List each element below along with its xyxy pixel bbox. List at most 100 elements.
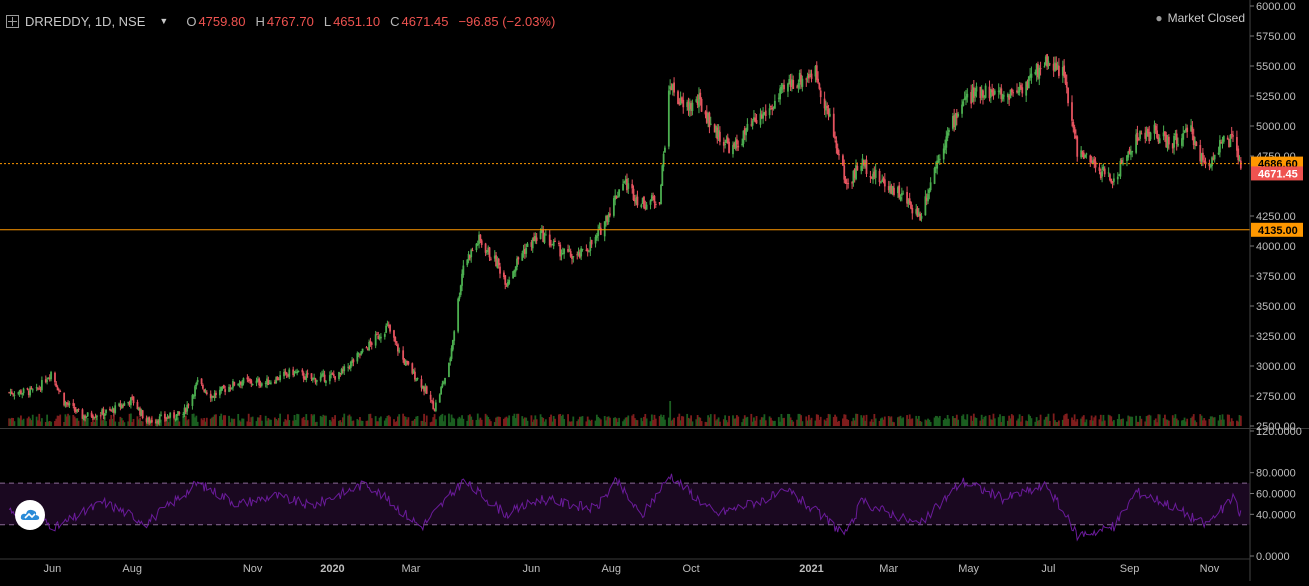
candle-body (860, 165, 863, 171)
chart-root[interactable]: 6000.005750.005500.005250.005000.004750.… (0, 0, 1309, 581)
candle-body (479, 234, 482, 241)
volume-bar (764, 420, 767, 426)
volume-bar (187, 419, 190, 426)
candle-body (751, 121, 754, 126)
price-tick-label: 3750.00 (1256, 271, 1296, 283)
candle-body (393, 330, 395, 338)
volume-bar (1030, 418, 1033, 426)
time-tick-label: Jun (523, 563, 541, 575)
candle-body (438, 394, 441, 403)
candle-body (1067, 87, 1069, 104)
price-labels: 4686.604135.004671.45 (1251, 156, 1303, 237)
candle-body (1167, 136, 1170, 145)
candle-body (148, 417, 151, 423)
volume-bar (1103, 420, 1106, 426)
candle-body (612, 198, 615, 216)
volume-bar (554, 418, 556, 426)
cloud-logo-icon[interactable] (15, 500, 45, 530)
candle-body (1116, 176, 1119, 180)
candle-body (728, 141, 730, 153)
price-chart[interactable]: 6000.005750.005500.005250.005000.004750.… (0, 0, 1309, 581)
candle-body (458, 295, 461, 299)
volume-bar (544, 419, 547, 426)
volume-bar (178, 421, 181, 426)
rsi-tick-label: 0.0000 (1256, 551, 1290, 563)
volume-bar (902, 417, 905, 426)
candle-body (737, 145, 740, 148)
candle-body (386, 323, 389, 325)
change-value: −96.85 (−2.03%) (458, 13, 556, 29)
candle-body (835, 140, 838, 149)
candle-body (815, 65, 818, 80)
volume-bar (1122, 418, 1124, 426)
candle-body (86, 412, 89, 417)
caret-down-icon[interactable]: ▼ (159, 16, 168, 26)
candle-body (1158, 138, 1161, 144)
volume-bar (370, 418, 373, 426)
candle-body (1175, 133, 1178, 144)
candle-body (1218, 140, 1221, 153)
candle-body (195, 382, 198, 387)
candle-body (736, 139, 738, 145)
candle-body (768, 108, 771, 116)
candle-body (429, 394, 432, 400)
volume-bar (1177, 420, 1179, 426)
symbol-label[interactable]: DRREDDY, 1D, NSE (25, 14, 145, 29)
volume-bar (434, 419, 437, 426)
hline-price-label: 4135.00 (1258, 225, 1298, 237)
volume-bar (1048, 420, 1051, 426)
price-tick-label: 5750.00 (1256, 31, 1296, 43)
price-tick-label: 5500.00 (1256, 61, 1296, 73)
candle-body (321, 374, 323, 377)
candle-body (966, 93, 969, 98)
volume-bar (379, 416, 382, 426)
candle-body (54, 372, 56, 383)
candle-body (1043, 66, 1046, 68)
volume-bar (645, 418, 648, 426)
volume-bar (654, 418, 657, 426)
candle-body (770, 105, 772, 108)
volume-bar (444, 415, 446, 426)
candle-body (1195, 142, 1198, 147)
volume-bar (893, 422, 895, 426)
candle-body (1222, 135, 1225, 142)
candle-body (883, 179, 886, 187)
candle-body (1021, 87, 1024, 94)
candle-body (718, 131, 721, 142)
volume-bar (1158, 414, 1161, 426)
candle-body (167, 417, 170, 419)
volume-bar (123, 422, 126, 426)
candle-body (521, 253, 524, 261)
volume-bar (68, 415, 71, 426)
volume-bar (718, 421, 721, 426)
close-value: 4671.45 (401, 13, 449, 29)
volume-bar (279, 413, 282, 426)
plus-square-icon[interactable] (6, 14, 19, 28)
candle-body (962, 101, 965, 106)
candle-body (543, 235, 546, 243)
volume-bar (251, 416, 254, 426)
candle-body (828, 113, 831, 117)
candle-body (414, 371, 416, 380)
volume-bar (828, 414, 831, 426)
candlesticks (8, 53, 1242, 427)
candle-body (230, 387, 233, 389)
candle-body (1217, 152, 1220, 155)
candle-body (724, 144, 727, 146)
candle-body (558, 242, 560, 244)
candle-body (898, 185, 901, 198)
ohlc-readout: O 4759.80 H 4767.70 L 4651.10 C 4671.45 (186, 14, 448, 29)
candle-body (462, 265, 465, 276)
volume-bar (691, 421, 694, 426)
close-key: C (390, 13, 400, 29)
candle-body (801, 78, 804, 87)
candle-body (865, 159, 868, 174)
candle-body (993, 90, 996, 95)
candle-body (1221, 142, 1224, 144)
candle-body (526, 243, 529, 248)
candle-body (283, 371, 285, 377)
candle-body (1073, 127, 1076, 134)
volume-bar (966, 414, 969, 426)
candle-body (29, 387, 32, 396)
candle-body (415, 379, 418, 381)
